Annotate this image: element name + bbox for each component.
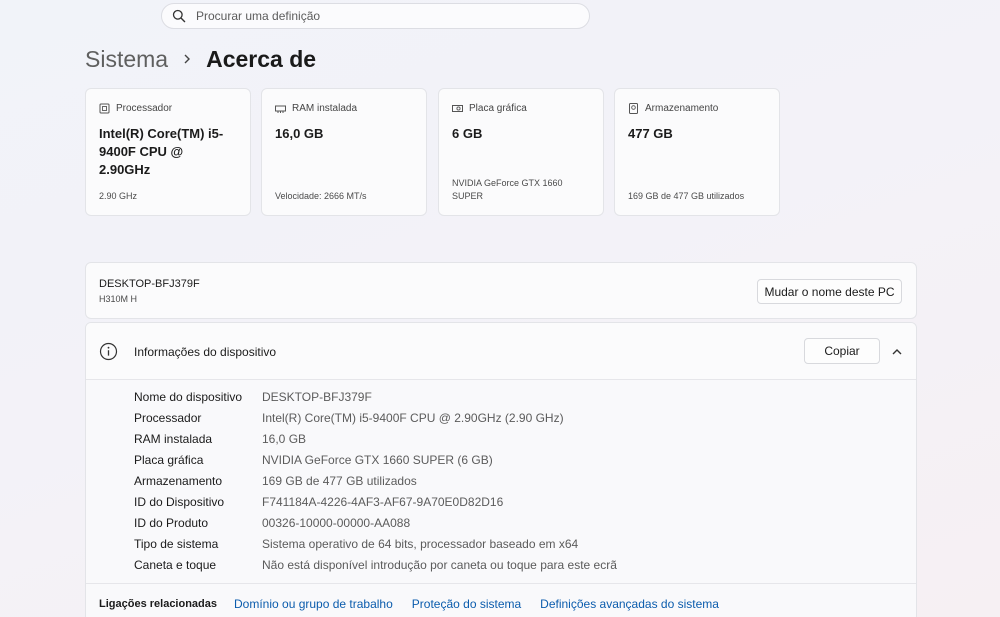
- card-subtext: NVIDIA GeForce GTX 1660 SUPER: [452, 178, 563, 201]
- spec-row: ID do Dispositivo F741184A-4226-4AF3-AF67…: [134, 491, 617, 512]
- card-title: Placa gráfica: [469, 102, 527, 114]
- storage-icon: [628, 102, 639, 114]
- spec-value: Não está disponível introdução por canet…: [262, 557, 617, 572]
- device-name: DESKTOP-BFJ379F: [99, 278, 200, 290]
- spec-key: RAM instalada: [134, 431, 213, 446]
- spec-row: Processador Intel(R) Core(TM) i5-9400F CP…: [134, 407, 617, 428]
- spec-value: Sistema operativo de 64 bits, processado…: [262, 536, 579, 551]
- spec-value: 00326-10000-00000-AA088: [262, 515, 411, 530]
- spec-row: Nome do dispositivo DESKTOP-BFJ379F: [134, 386, 617, 407]
- breadcrumb: Sistema Acerca de: [85, 44, 316, 74]
- chevron-right-icon: [182, 52, 192, 66]
- spec-value: DESKTOP-BFJ379F: [262, 389, 372, 404]
- spec-key: Placa gráfica: [134, 452, 204, 467]
- spec-key: Armazenamento: [134, 473, 223, 488]
- spec-row: Placa gráfica NVIDIA GeForce GTX 1660 SUP…: [134, 449, 617, 470]
- card-title: RAM instalada: [292, 102, 358, 114]
- spec-key: Caneta e toque: [134, 557, 217, 572]
- spec-key: Processador: [134, 410, 202, 425]
- spec-row: Caneta e toque Não está disponível introd…: [134, 554, 617, 575]
- spec-row: ID do Produto 00326-10000-00000-AA088: [134, 512, 617, 533]
- chevron-up-icon[interactable]: [890, 345, 904, 359]
- card-processor: Processador Intel(R) Core(TM) i5-9400F C…: [85, 88, 251, 216]
- spec-value: 16,0 GB: [262, 431, 307, 446]
- spec-key: ID do Produto: [134, 515, 209, 530]
- spec-key: ID do Dispositivo: [134, 494, 225, 509]
- card-title: Processador: [116, 102, 173, 114]
- device-spec-list: Nome do dispositivo DESKTOP-BFJ379F Proce…: [134, 386, 617, 575]
- link-system-protection[interactable]: Proteção do sistema: [412, 597, 521, 611]
- card-value: 6 GB: [452, 126, 483, 141]
- rename-pc-button[interactable]: Mudar o nome deste PC: [757, 279, 902, 304]
- search-icon: [172, 9, 186, 23]
- card-value: 16,0 GB: [275, 126, 324, 141]
- link-domain-workgroup[interactable]: Domínio ou grupo de trabalho: [234, 597, 393, 611]
- card-subtext: 2.90 GHz: [99, 191, 138, 201]
- ram-icon: [275, 103, 286, 114]
- device-name-panel: DESKTOP-BFJ379F H310M H Mudar o nome des…: [85, 262, 917, 319]
- info-icon: [99, 342, 118, 361]
- card-title: Armazenamento: [645, 102, 719, 114]
- card-value: Intel(R) Core(TM) i5-9400F CPU @ 2.90GHz: [99, 126, 224, 177]
- card-storage: Armazenamento 477 GB 169 GB de 477 GB ut…: [614, 88, 780, 216]
- search-input[interactable]: [196, 9, 576, 23]
- spec-row: RAM instalada 16,0 GB: [134, 428, 617, 449]
- device-info-header[interactable]: Informações do dispositivo Copiar: [86, 323, 916, 380]
- device-info-title: Informações do dispositivo: [134, 345, 277, 359]
- spec-value: NVIDIA GeForce GTX 1660 SUPER (6 GB): [262, 452, 493, 467]
- spec-value: 169 GB de 477 GB utilizados: [262, 473, 417, 488]
- card-subtext: Velocidade: 2666 MT/s: [275, 191, 367, 201]
- spec-key: Tipo de sistema: [134, 536, 219, 551]
- search-box[interactable]: [161, 3, 590, 29]
- card-subtext: 169 GB de 477 GB utilizados: [628, 191, 745, 201]
- copy-button[interactable]: Copiar: [804, 338, 880, 364]
- device-info-panel: Informações do dispositivo Copiar Nome d…: [85, 322, 917, 617]
- link-advanced-system-settings[interactable]: Definições avançadas do sistema: [540, 597, 719, 611]
- related-links-title: Ligações relacionadas: [99, 597, 217, 610]
- card-graphics: Placa gráfica 6 GB NVIDIA GeForce GTX 16…: [438, 88, 604, 216]
- breadcrumb-parent[interactable]: Sistema: [85, 46, 168, 73]
- spec-row: Tipo de sistema Sistema operativo de 64 b…: [134, 533, 617, 554]
- graphics-card-icon: [452, 103, 463, 114]
- related-links-bar: Ligações relacionadas Domínio ou grupo d…: [86, 583, 916, 617]
- spec-value: F741184A-4226-4AF3-AF67-9A70E0D82D16: [262, 494, 504, 509]
- processor-icon: [99, 103, 110, 114]
- device-model: H310M H: [99, 294, 138, 304]
- spec-row: Armazenamento 169 GB de 477 GB utilizados: [134, 470, 617, 491]
- page-title: Acerca de: [206, 45, 317, 72]
- card-ram: RAM instalada 16,0 GB Velocidade: 2666 M…: [261, 88, 427, 216]
- spec-key: Nome do dispositivo: [134, 389, 243, 404]
- card-value: 477 GB: [628, 126, 673, 141]
- spec-value: Intel(R) Core(TM) i5-9400F CPU @ 2.90GHz…: [262, 410, 564, 425]
